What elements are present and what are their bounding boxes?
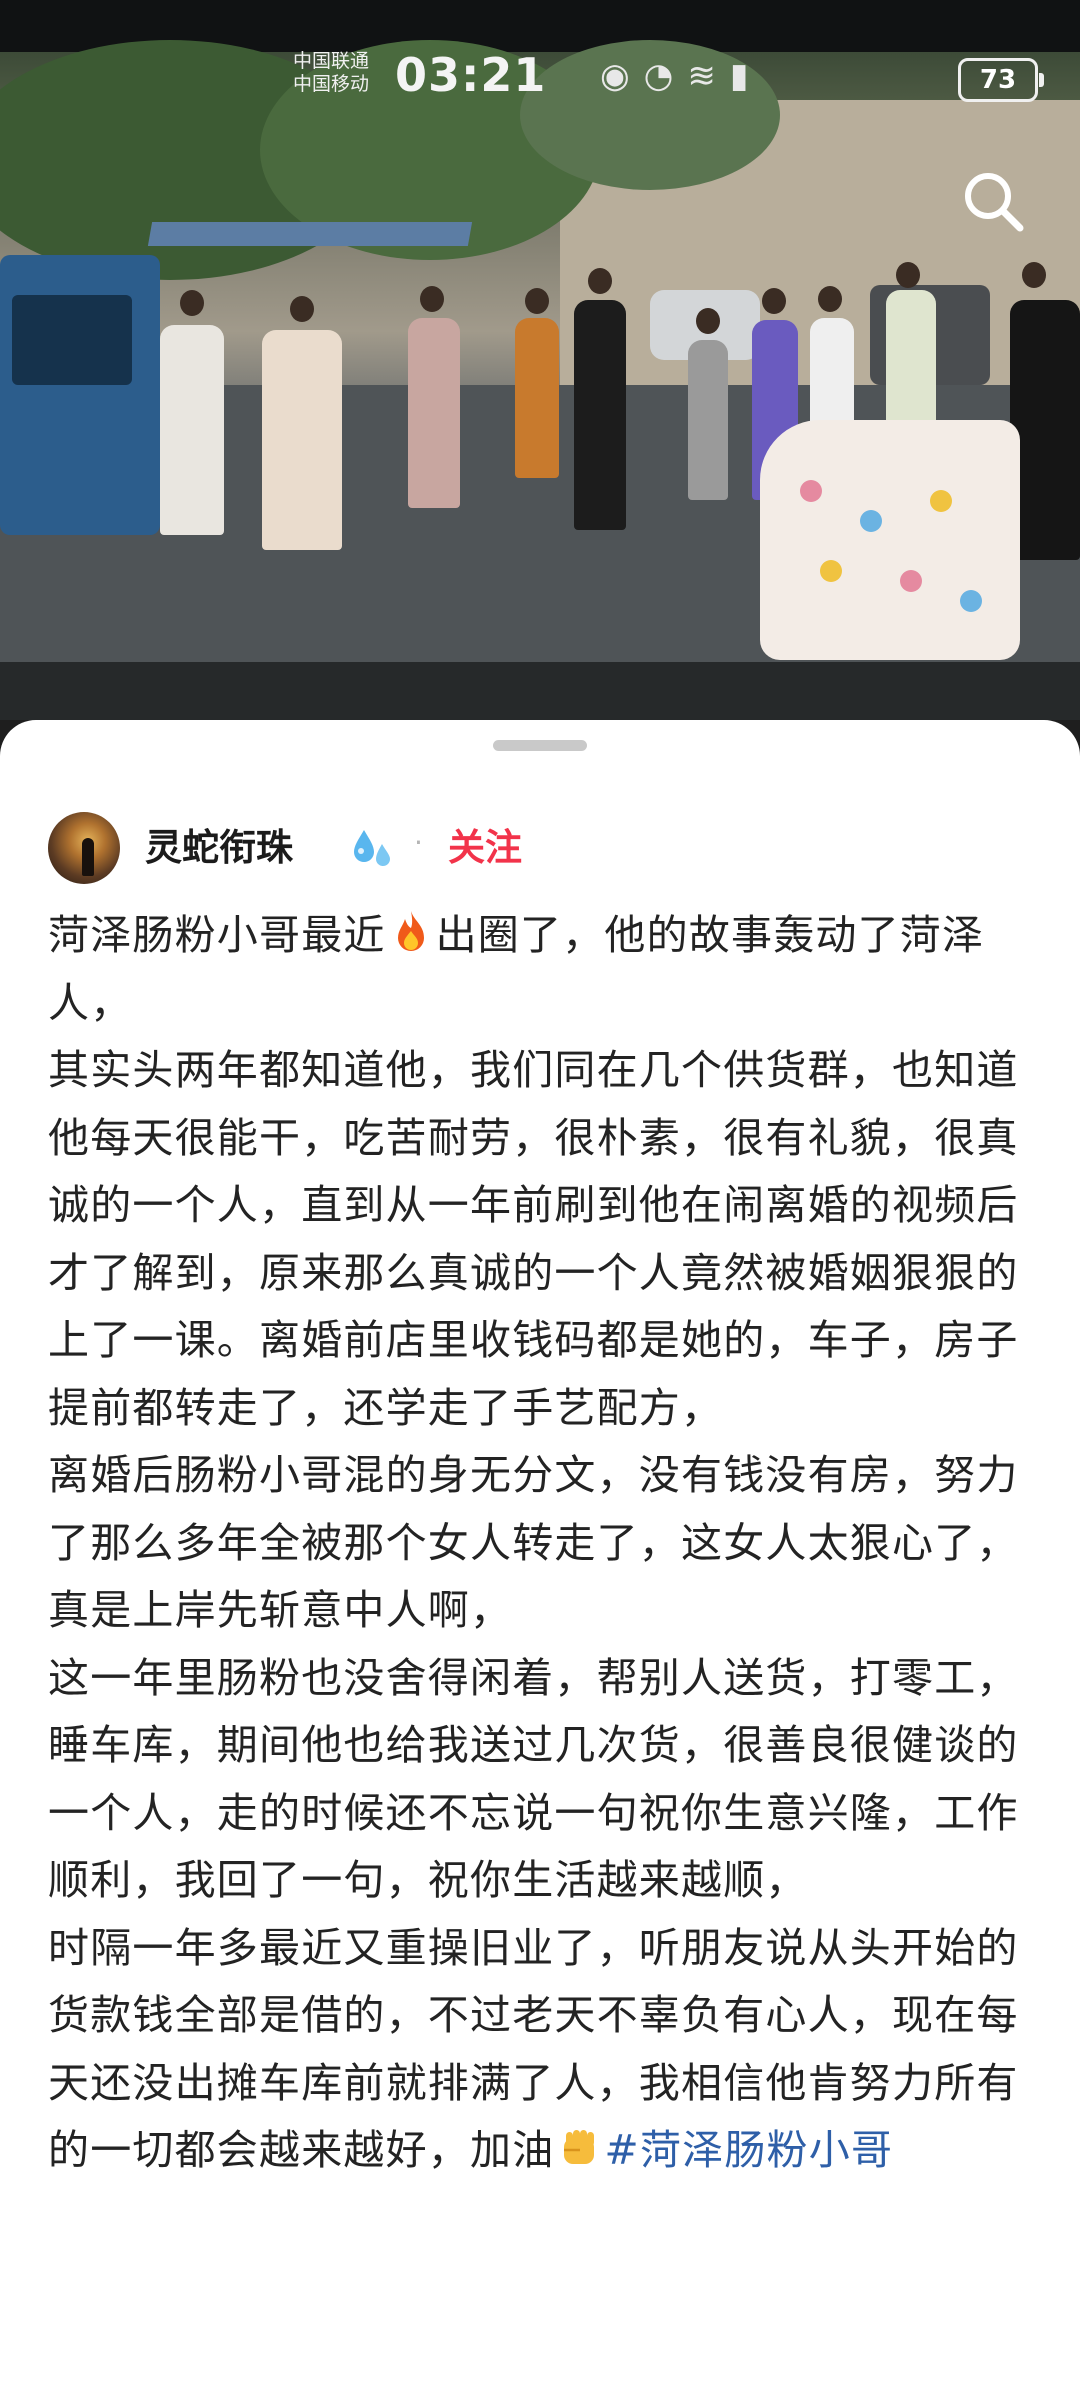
photo-truck [0, 255, 160, 535]
photo-person-head [1022, 262, 1046, 288]
post-paragraph: 离婚后肠粉小哥混的身无分文，没有钱没有房，努力了那么多年全被那个女人转走了，这女… [48, 1451, 1019, 1634]
photo-person [574, 300, 626, 530]
author-row: 灵蛇衔珠 · 关注 [48, 812, 1038, 886]
follow-button[interactable]: 关注 [448, 822, 522, 874]
photo-person-head [696, 308, 720, 334]
post-paragraph: 其实头两年都知道他，我们同在几个供货群，也知道他每天很能干，吃苦耐劳，很朴素，很… [48, 1046, 1019, 1432]
photo-bottom-band [0, 662, 1080, 720]
photo-person [408, 318, 460, 508]
carrier-labels: 中国联通 中国移动 [293, 50, 369, 96]
photo-person-head [420, 286, 444, 312]
photo-person [262, 330, 342, 550]
search-icon[interactable] [958, 166, 1030, 238]
drag-handle[interactable] [493, 740, 587, 751]
author-name[interactable]: 灵蛇衔珠 [145, 822, 293, 874]
droplets-emoji [354, 830, 390, 866]
photo-person-head [762, 288, 786, 314]
post-body: 菏泽肠粉小哥最近 出圈了，他的故事轰动了菏泽人， 其实头两年都知道他，我们同在几个… [48, 902, 1038, 2185]
photo-person-head [818, 286, 842, 312]
status-icons: ◉◔≋▮ [600, 56, 763, 96]
status-bar: 中国联通 中国移动 03:21 ◉◔≋▮ 73 [0, 40, 1080, 130]
hashtag-link[interactable]: #菏泽肠粉小哥 [604, 2126, 893, 2174]
carrier-2: 中国移动 [293, 73, 370, 95]
battery-indicator: 73 [958, 58, 1044, 102]
author-separator: · [414, 826, 423, 859]
wifi-icon: ≋ [687, 56, 730, 96]
photo-awning [147, 222, 473, 246]
carrier-1: 中国联通 [293, 50, 370, 72]
photo-person-head [896, 262, 920, 288]
photo-person-head [180, 290, 204, 316]
post-paragraph: 这一年里肠粉也没舍得闲着，帮别人送货，打零工，睡车库，期间他也给我送过几次货，很… [48, 1653, 1019, 1905]
photo-person [515, 318, 559, 478]
photo-person-head [290, 296, 314, 322]
fist-emoji [564, 2130, 595, 2164]
photo-scooter-cover [760, 420, 1020, 660]
photo-person-head [588, 268, 612, 294]
photo-person [1010, 300, 1080, 560]
eye-icon: ◉ [600, 56, 644, 96]
photo-person [688, 340, 728, 500]
photo-person [160, 325, 224, 535]
photo-person-head [525, 288, 549, 314]
signal-icon: ▮ [729, 56, 763, 96]
post-detail-sheet: 灵蛇衔珠 · 关注 菏泽肠粉小哥最近 出圈了，他的故事轰动了菏泽人， 其实头两年都… [0, 720, 1080, 2400]
alarm-icon: ◔ [643, 56, 688, 96]
avatar[interactable] [48, 812, 120, 884]
status-time: 03:21 [395, 48, 547, 102]
post-paragraph: 菏泽肠粉小哥最近 [48, 911, 386, 959]
fire-emoji [397, 911, 424, 951]
bottom-fade [0, 2370, 1080, 2400]
